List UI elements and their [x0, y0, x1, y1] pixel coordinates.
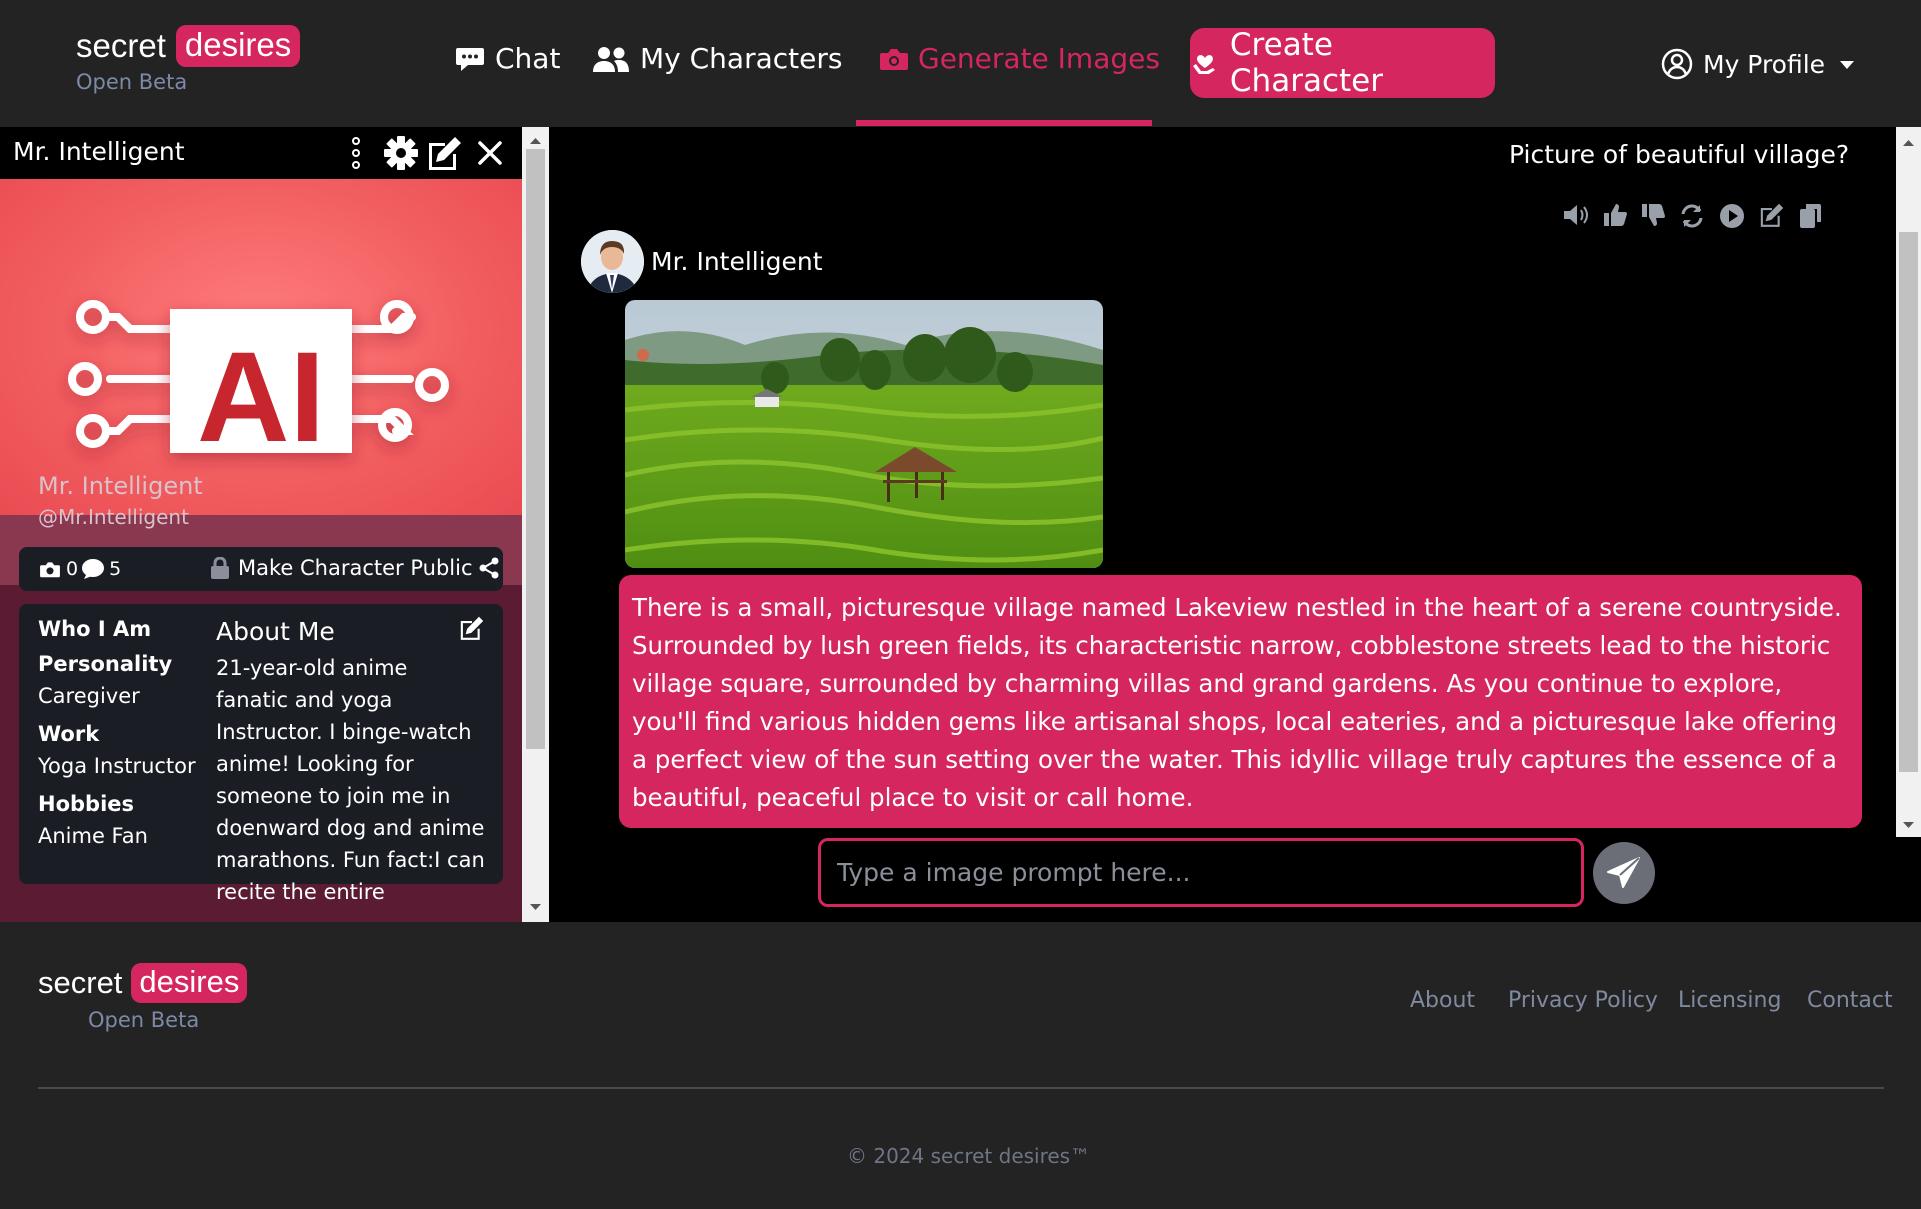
edit-icon[interactable] [1758, 202, 1786, 228]
footer-privacy-link[interactable]: Privacy Policy [1508, 988, 1658, 1013]
gear-icon[interactable] [383, 135, 419, 171]
village-rice-terrace-image [625, 300, 1103, 568]
heart-hand-icon [1192, 55, 1215, 74]
footer-contact-link[interactable]: Contact [1807, 988, 1893, 1013]
edit-icon[interactable] [425, 135, 465, 171]
personality-value: Caregiver [38, 684, 140, 708]
footer-brand-logo[interactable]: secret desires Open Beta [38, 963, 248, 1032]
hobbies-value: Anime Fan [38, 824, 148, 848]
send-icon [1607, 857, 1640, 888]
nav-my-characters-label: My Characters [640, 42, 843, 75]
navbar: secret desires Open Beta Chat My Charact… [0, 0, 1921, 127]
bot-avatar [581, 230, 644, 293]
footer-brand-desires-text: desires [131, 963, 248, 1003]
create-character-label: Create Character [1229, 27, 1383, 99]
sidebar-scrollbar-thumb[interactable] [526, 149, 545, 749]
chat-icon [456, 47, 484, 71]
my-profile-label: My Profile [1703, 49, 1826, 79]
personality-label: Personality [38, 652, 173, 676]
character-avatar-image: AI [0, 179, 522, 515]
character-sidebar: Mr. Intelligent AI Mr. Intelligent @Mr.I… [0, 127, 549, 922]
footer-copyright: © 2024 secret desires™ [847, 1144, 1091, 1168]
sidebar-title: Mr. Intelligent [13, 137, 185, 166]
image-prompt-input[interactable] [818, 838, 1584, 907]
chat-bubble-icon [82, 559, 105, 579]
edit-about-icon[interactable] [458, 615, 486, 641]
copy-icon[interactable] [1798, 202, 1824, 230]
active-tab-indicator [856, 120, 1152, 126]
character-handle: @Mr.Intelligent [38, 505, 189, 529]
who-i-am-heading: Who I Am [38, 617, 152, 641]
nav-generate-images-link[interactable]: Generate Images [880, 42, 1160, 75]
footer-brand-tagline: Open Beta [88, 1008, 200, 1032]
footer-licensing-link[interactable]: Licensing [1678, 988, 1781, 1013]
thumbs-up-icon[interactable] [1602, 202, 1628, 228]
footer-about-link[interactable]: About [1410, 988, 1475, 1013]
about-me-text: 21-year-old anime fanatic and yoga Instr… [216, 656, 485, 904]
nav-my-characters-link[interactable]: My Characters [592, 42, 842, 75]
hero-ai-text: AI [197, 326, 325, 469]
thumbs-down-icon[interactable] [1640, 202, 1666, 228]
work-label: Work [38, 722, 100, 746]
hobbies-label: Hobbies [38, 792, 135, 816]
character-name: Mr. Intelligent [38, 472, 203, 500]
speaker-icon[interactable] [1562, 202, 1590, 228]
brand-tagline: Open Beta [76, 70, 188, 94]
camera-icon [40, 561, 60, 577]
sidebar-header: Mr. Intelligent [0, 127, 522, 179]
user-circle-icon [1661, 48, 1693, 80]
make-public-button[interactable]: Make Character Public [210, 556, 501, 580]
camera-icon [880, 48, 908, 70]
chat-count: 5 [109, 558, 122, 580]
nav-chat-link[interactable]: Chat [455, 42, 560, 75]
brand-logo[interactable]: secret desires Open Beta [76, 25, 301, 94]
brand-secret-text: secret [76, 27, 166, 64]
kebab-icon[interactable] [346, 135, 366, 171]
user-message: Picture of beautiful village? [1509, 140, 1850, 169]
send-button[interactable] [1593, 842, 1655, 904]
play-icon[interactable] [1718, 202, 1746, 230]
chat-scrollbar-thumb[interactable] [1899, 232, 1918, 772]
scroll-down-arrow-icon[interactable] [522, 897, 549, 917]
create-character-button[interactable]: Create Character [1190, 27, 1495, 99]
bot-avatar-portrait [581, 230, 644, 293]
make-public-label: Make Character Public [238, 556, 473, 580]
character-counts: 0 5 [40, 558, 121, 580]
my-profile-dropdown[interactable]: My Profile [1661, 48, 1869, 80]
photo-count: 0 [66, 558, 79, 580]
footer-divider [38, 1087, 1884, 1089]
bot-message-text: There is a small, picturesque village na… [632, 593, 1842, 812]
scroll-up-arrow-icon[interactable] [522, 131, 549, 151]
users-icon [593, 46, 629, 72]
brand-desires-text: desires [175, 25, 301, 67]
share-icon[interactable] [477, 556, 501, 580]
work-value: Yoga Instructor [38, 754, 196, 778]
message-actions [1562, 202, 1824, 230]
ai-chip-icon: AI [68, 300, 449, 469]
scroll-down-arrow-icon[interactable] [1896, 815, 1921, 835]
generated-village-image[interactable] [625, 300, 1103, 568]
chevron-down-icon [1840, 61, 1855, 69]
refresh-icon[interactable] [1678, 202, 1706, 230]
lock-icon [211, 557, 229, 579]
nav-chat-label: Chat [495, 42, 561, 75]
about-me-heading: About Me [216, 617, 335, 646]
bot-name: Mr. Intelligent [651, 247, 823, 276]
nav-generate-images-label: Generate Images [918, 42, 1160, 75]
footer-brand-secret-text: secret [38, 965, 123, 1000]
close-icon[interactable] [476, 139, 504, 167]
scroll-up-arrow-icon[interactable] [1896, 133, 1921, 153]
